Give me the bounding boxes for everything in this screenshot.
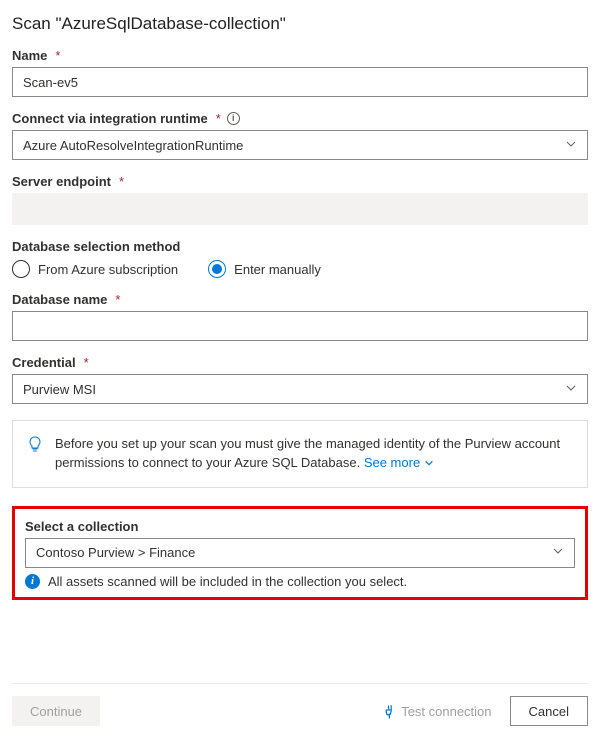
radio-enter-manually[interactable]: Enter manually — [208, 260, 321, 278]
name-label: Name* — [12, 48, 588, 63]
runtime-value: Azure AutoResolveIntegrationRuntime — [23, 138, 243, 153]
continue-button: Continue — [12, 696, 100, 726]
runtime-select[interactable]: Azure AutoResolveIntegrationRuntime — [12, 130, 588, 160]
radio-subscription-label: From Azure subscription — [38, 262, 178, 277]
credential-value: Purview MSI — [23, 382, 96, 397]
database-name-label: Database name* — [12, 292, 588, 307]
footer: Continue Test connection Cancel — [12, 683, 588, 726]
database-name-input[interactable] — [12, 311, 588, 341]
chevron-down-icon — [565, 382, 577, 397]
cancel-button[interactable]: Cancel — [510, 696, 588, 726]
permissions-message: Before you set up your scan you must giv… — [12, 420, 588, 488]
credential-select[interactable]: Purview MSI — [12, 374, 588, 404]
name-input[interactable] — [12, 67, 588, 97]
collection-select[interactable]: Contoso Purview > Finance — [25, 538, 575, 568]
collection-label: Select a collection — [25, 519, 575, 534]
info-icon: i — [25, 574, 40, 589]
chevron-down-icon — [552, 545, 564, 560]
info-icon[interactable]: i — [227, 112, 240, 125]
radio-from-subscription[interactable]: From Azure subscription — [12, 260, 178, 278]
credential-label: Credential* — [12, 355, 588, 370]
test-connection-link[interactable]: Test connection — [380, 702, 491, 721]
radio-manual-label: Enter manually — [234, 262, 321, 277]
selection-method-label: Database selection method — [12, 239, 588, 254]
page-title: Scan "AzureSqlDatabase-collection" — [12, 14, 588, 34]
see-more-link[interactable]: See more — [364, 455, 434, 470]
lightbulb-icon — [27, 436, 43, 452]
endpoint-input[interactable] — [12, 193, 588, 225]
collection-hint: All assets scanned will be included in t… — [48, 574, 407, 589]
message-text: Before you set up your scan you must giv… — [55, 436, 560, 470]
collection-value: Contoso Purview > Finance — [36, 545, 195, 560]
plug-icon — [376, 699, 400, 723]
runtime-label: Connect via integration runtime* i — [12, 111, 588, 126]
endpoint-label: Server endpoint* — [12, 174, 588, 189]
chevron-down-icon — [565, 138, 577, 153]
test-connection-label: Test connection — [401, 704, 491, 719]
collection-section-highlight: Select a collection Contoso Purview > Fi… — [12, 506, 588, 600]
